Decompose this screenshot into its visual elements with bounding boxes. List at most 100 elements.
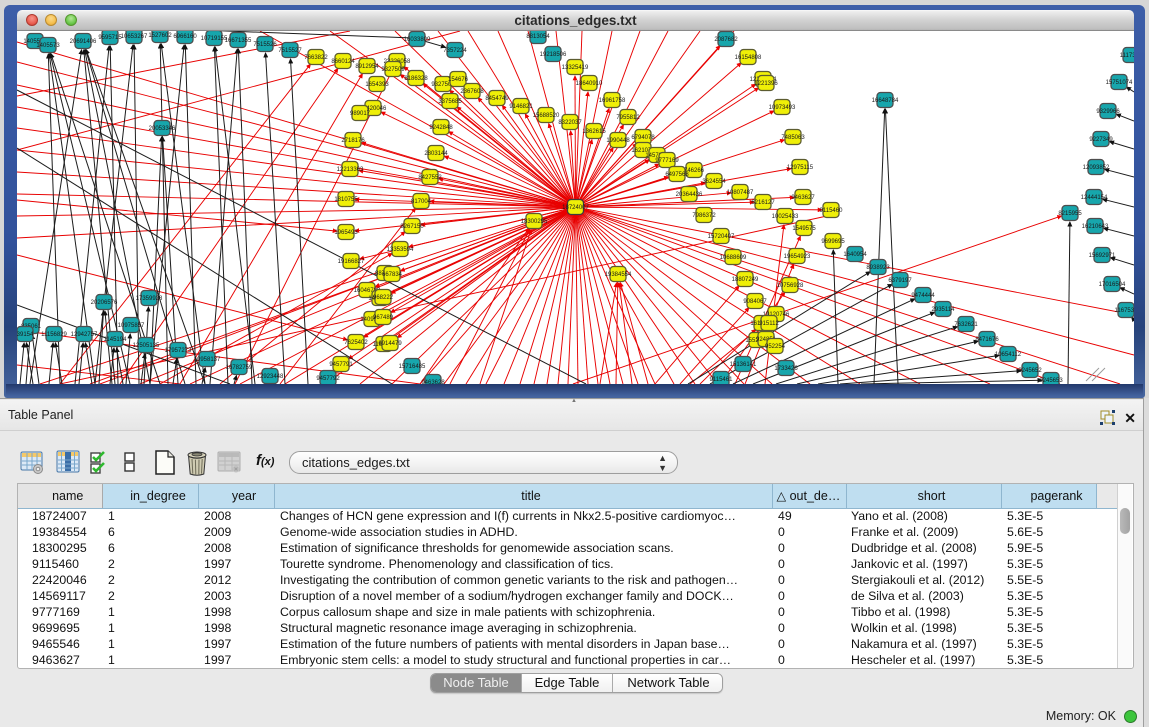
svg-text:1810755: 1810755 (334, 197, 358, 203)
svg-text:9457791: 9457791 (329, 362, 353, 368)
svg-text:19166827: 19166827 (338, 259, 365, 265)
svg-text:9463627: 9463627 (791, 195, 815, 201)
svg-text:7632621: 7632621 (954, 322, 978, 328)
svg-text:18807249: 18807249 (732, 277, 759, 283)
svg-text:7515526: 7515526 (253, 42, 277, 48)
svg-text:3375685: 3375685 (438, 99, 462, 105)
svg-text:6497568: 6497568 (665, 172, 689, 178)
svg-text:13353594: 13353594 (387, 247, 414, 253)
svg-text:952254: 952254 (765, 344, 786, 350)
svg-text:6216127: 6216127 (751, 200, 775, 206)
svg-text:7625402: 7625402 (344, 340, 368, 346)
svg-text:6966160: 6966160 (173, 34, 197, 40)
svg-text:15751074: 15751074 (1106, 80, 1133, 86)
svg-text:9084067: 9084067 (743, 299, 767, 305)
svg-text:11156829: 11156829 (41, 332, 67, 338)
svg-text:20053346: 20053346 (149, 126, 176, 132)
svg-text:19384554: 19384554 (605, 272, 632, 278)
svg-text:16210643: 16210643 (1082, 224, 1109, 230)
svg-text:9595715: 9595715 (98, 35, 122, 41)
svg-text:1733426: 1733426 (774, 366, 798, 372)
svg-text:9329966: 9329966 (1096, 109, 1120, 115)
svg-text:9146821: 9146821 (509, 104, 533, 110)
svg-text:1549575: 1549575 (792, 226, 816, 232)
svg-text:7485063: 7485063 (781, 135, 805, 141)
svg-text:12093852: 12093852 (1083, 165, 1110, 171)
svg-text:16648784: 16648784 (872, 98, 899, 104)
svg-text:10807487: 10807487 (727, 190, 754, 196)
svg-text:20364436: 20364436 (676, 192, 703, 198)
svg-text:19218506: 19218506 (540, 52, 567, 58)
svg-text:8454749: 8454749 (485, 96, 509, 102)
svg-text:6794078: 6794078 (631, 135, 655, 141)
svg-text:9327509: 9327509 (381, 67, 405, 73)
svg-text:9699695: 9699695 (821, 239, 845, 245)
svg-text:15688520: 15688520 (533, 113, 560, 119)
svg-text:9474444: 9474444 (911, 293, 935, 299)
svg-text:15136141: 15136141 (730, 362, 757, 368)
svg-text:12942757: 12942757 (71, 332, 98, 338)
svg-text:1990448: 1990448 (606, 138, 630, 144)
svg-text:1527602: 1527602 (148, 33, 172, 39)
svg-text:8912954: 8912954 (355, 64, 379, 70)
svg-text:3624554: 3624554 (702, 179, 726, 185)
svg-text:154676: 154676 (448, 77, 469, 83)
svg-text:12975115: 12975115 (787, 165, 814, 171)
svg-text:2718176: 2718176 (341, 138, 365, 144)
svg-text:2087682: 2087682 (714, 37, 738, 43)
svg-text:817004: 817004 (411, 199, 432, 205)
svg-text:7357224: 7357224 (443, 48, 467, 54)
svg-text:12444154: 12444154 (1081, 195, 1108, 201)
svg-text:7663822: 7663822 (304, 55, 328, 61)
svg-text:10973493: 10973493 (769, 105, 796, 111)
svg-text:10688609: 10688609 (720, 255, 747, 261)
svg-text:16671355: 16671355 (225, 38, 252, 44)
svg-text:8186328: 8186328 (404, 76, 428, 82)
svg-text:12505135: 12505135 (133, 343, 160, 349)
svg-text:1362615: 1362615 (582, 129, 606, 135)
svg-text:8267150: 8267150 (400, 224, 424, 230)
svg-text:1965493: 1965493 (334, 230, 358, 236)
svg-text:7515527: 7515527 (278, 48, 302, 54)
svg-text:17016504: 17016504 (1099, 282, 1126, 288)
svg-text:1405573: 1405573 (36, 43, 60, 49)
svg-text:915112: 915112 (759, 321, 779, 327)
svg-text:8215955: 8215955 (1058, 211, 1082, 217)
svg-text:9115460: 9115460 (820, 208, 844, 214)
svg-text:6914479: 6914479 (378, 341, 402, 347)
svg-text:8813054: 8813054 (526, 34, 550, 40)
svg-text:18300295: 18300295 (521, 219, 548, 225)
svg-text:10653267: 10653267 (121, 34, 148, 40)
svg-text:12213363: 12213363 (337, 167, 364, 173)
svg-text:10025433: 10025433 (772, 214, 799, 220)
svg-text:968222: 968222 (373, 295, 394, 301)
svg-text:10654112: 10654112 (995, 352, 1022, 358)
svg-text:17359928: 17359928 (136, 296, 163, 302)
svg-text:1221396: 1221396 (754, 81, 778, 87)
svg-text:1640954: 1640954 (843, 252, 867, 258)
svg-text:989017: 989017 (350, 111, 371, 117)
svg-text:1117376: 1117376 (1120, 53, 1134, 59)
svg-text:16033809: 16033809 (404, 37, 431, 43)
svg-text:16154808: 16154808 (735, 55, 762, 61)
svg-text:2803144: 2803144 (424, 151, 448, 157)
svg-text:16782759: 16782759 (226, 365, 253, 371)
svg-text:17957273: 17957273 (165, 348, 192, 354)
svg-text:2367608: 2367608 (460, 89, 484, 95)
svg-text:9115461: 9115461 (710, 377, 734, 383)
svg-text:18724007: 18724007 (562, 205, 589, 211)
svg-text:20691406: 20691406 (70, 39, 97, 45)
svg-text:9457792: 9457792 (316, 376, 340, 382)
svg-text:10958137: 10958137 (194, 357, 221, 363)
svg-text:39154: 39154 (17, 332, 34, 338)
svg-text:7955812: 7955812 (616, 115, 640, 121)
svg-text:9245652: 9245652 (1018, 368, 1042, 374)
svg-text:1145194: 1145194 (104, 337, 128, 343)
svg-text:20206576: 20206576 (91, 300, 118, 306)
svg-text:8938923: 8938923 (866, 265, 890, 271)
svg-text:8660124: 8660124 (331, 59, 355, 65)
svg-text:15720407: 15720407 (708, 234, 735, 240)
svg-text:8427552: 8427552 (418, 175, 442, 181)
svg-text:967489: 967489 (373, 315, 394, 321)
svg-text:7986372: 7986372 (692, 213, 716, 219)
